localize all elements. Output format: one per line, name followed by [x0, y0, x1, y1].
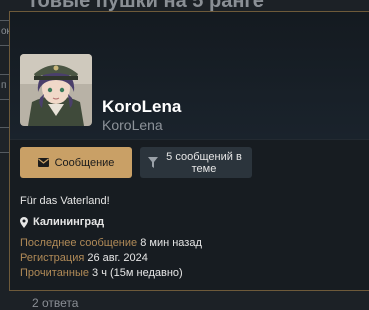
map-pin-icon [20, 216, 28, 228]
filter-icon [148, 157, 158, 168]
member-tooltip-card: KoroLena KoroLena Сообщение 5 сообщений … [9, 11, 369, 291]
filter-posts-button[interactable]: 5 сообщений в теме [140, 147, 252, 178]
user-status: Für das Vaterland! [20, 195, 110, 207]
read-value: 3 ч (15м недавно) [92, 267, 183, 279]
filter-posts-label: 5 сообщений в теме [166, 150, 242, 175]
read-label: Прочитанные [20, 267, 89, 279]
replies-count: 2 ответа [32, 296, 79, 310]
user-location[interactable]: Калининград [20, 216, 104, 228]
location-text: Калининград [33, 216, 105, 228]
message-button[interactable]: Сообщение [20, 147, 132, 178]
envelope-icon [37, 158, 49, 167]
username[interactable]: KoroLena [102, 97, 181, 117]
read-row: Прочитанные 3 ч (15м недавно) [20, 267, 183, 279]
registered-value: 26 авг. 2024 [87, 252, 148, 264]
message-button-label: Сообщение [54, 156, 115, 169]
registered-label: Регистрация [20, 252, 85, 264]
last-message-value[interactable]: 8 мин назад [140, 237, 202, 249]
card-header: KoroLena KoroLena [10, 12, 369, 140]
last-message-row: Последнее сообщение 8 мин назад [20, 237, 202, 249]
avatar[interactable] [20, 54, 92, 126]
last-message-label: Последнее сообщение [20, 237, 138, 249]
user-title: KoroLena [102, 117, 163, 133]
registered-row: Регистрация 26 авг. 2024 [20, 252, 148, 264]
